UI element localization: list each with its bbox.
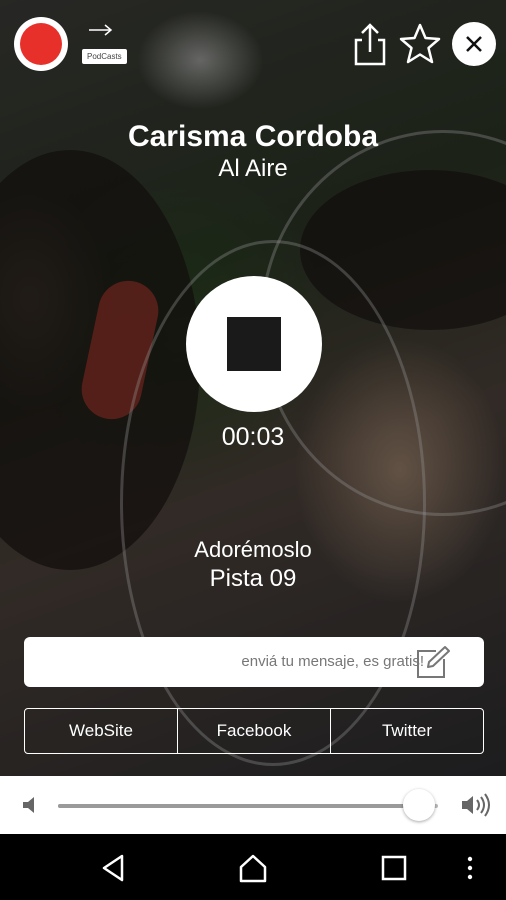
volume-fill [58, 804, 419, 808]
record-icon [20, 23, 62, 65]
back-icon[interactable] [98, 852, 130, 884]
links-bar: WebSite Facebook Twitter [24, 708, 484, 754]
track-title: Pista 09 [209, 565, 297, 592]
edit-icon[interactable] [414, 645, 450, 681]
message-placeholder: enviá tu mensaje, es gratis! [241, 653, 424, 670]
podcasts-label: PodCasts [82, 49, 127, 64]
star-icon [399, 23, 441, 64]
volume-panel [0, 776, 506, 834]
close-icon [466, 36, 482, 52]
podcasts-icon [89, 24, 113, 36]
volume-slider[interactable] [58, 789, 438, 821]
station-name: Carisma Cordoba [127, 120, 379, 153]
share-icon [354, 23, 386, 66]
podcasts-button[interactable]: PodCasts [82, 22, 140, 64]
stop-icon [227, 317, 281, 371]
recents-icon[interactable] [378, 852, 410, 884]
volume-up-icon[interactable] [460, 792, 492, 818]
twitter-link[interactable]: Twitter [330, 709, 483, 753]
volume-mute-icon[interactable] [20, 794, 42, 816]
facebook-link[interactable]: Facebook [177, 709, 330, 753]
message-field[interactable]: enviá tu mensaje, es gratis! [24, 637, 484, 687]
favorite-button[interactable] [398, 22, 442, 66]
home-icon[interactable] [237, 852, 269, 884]
close-button[interactable] [452, 22, 496, 66]
more-icon[interactable] [462, 852, 478, 884]
record-button[interactable] [14, 17, 68, 71]
broadcast-status: Al Aire [218, 155, 288, 182]
elapsed-time: 00:03 [221, 423, 285, 451]
system-nav-bar [0, 834, 506, 900]
stop-button[interactable] [186, 276, 322, 412]
volume-thumb[interactable] [403, 789, 435, 821]
website-link[interactable]: WebSite [25, 709, 177, 753]
share-button[interactable] [348, 22, 392, 66]
artist-name: Adorémoslo [194, 537, 312, 562]
